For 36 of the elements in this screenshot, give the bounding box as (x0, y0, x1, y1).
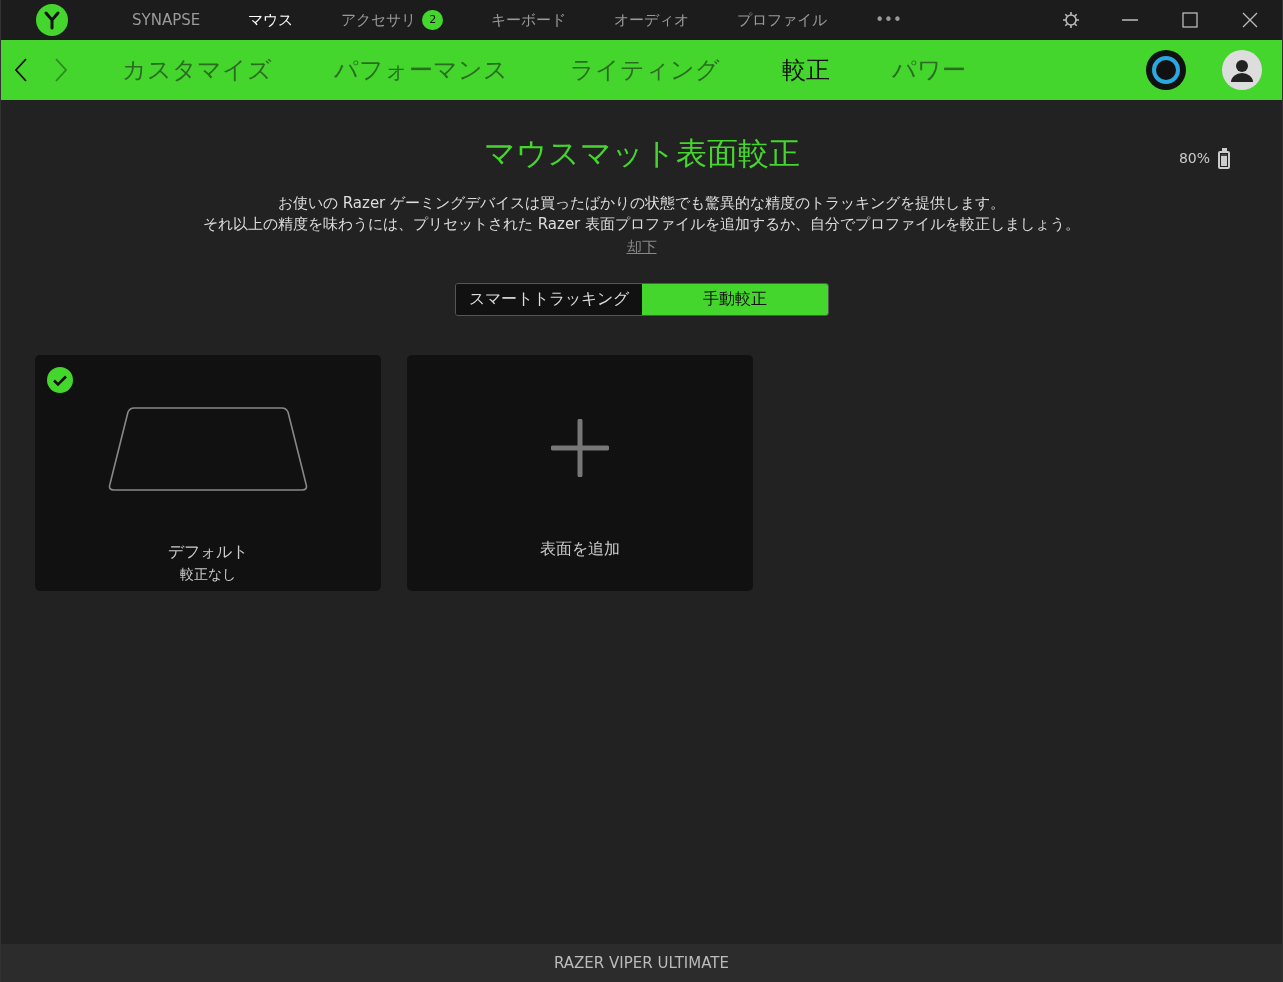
surface-subtitle: 較正なし (180, 564, 236, 584)
section-tab[interactable]: パワー (861, 52, 997, 88)
page-title: マウスマット表面較正 (483, 134, 800, 173)
mode-tab[interactable]: 手動較正 (641, 283, 828, 315)
count-badge: 2 (422, 9, 444, 31)
forward-icon (55, 58, 67, 83)
battery-reading: 80% (1178, 149, 1210, 168)
maximize-icon[interactable] (1182, 12, 1198, 28)
dismiss-link[interactable]: 却下 (626, 237, 657, 256)
settings-icon[interactable] (1062, 11, 1080, 29)
nav-tab[interactable]: SYNAPSE (108, 8, 225, 32)
surface-name: デフォルト (168, 540, 248, 563)
mode-tab[interactable]: スマートトラッキング (455, 283, 642, 315)
nav-tab[interactable]: オーディオ (590, 8, 714, 32)
add-surface-label: 表面を追加 (540, 537, 620, 560)
nav-tab[interactable]: アクセサリ 2 (317, 8, 468, 32)
plus-icon (551, 418, 609, 477)
nav-tab[interactable]: キーボード (467, 8, 591, 32)
section-tab[interactable]: 較正 (751, 52, 861, 88)
nav-tab[interactable]: マウス (224, 8, 318, 32)
logo-icon[interactable] (36, 4, 68, 36)
user-avatar-icon[interactable] (1222, 50, 1262, 90)
back-icon (15, 58, 27, 83)
section-tab[interactable]: パフォーマンス (303, 52, 539, 88)
description-text: お使いの Razer ゲーミングデバイスは買ったばかりの状態でも驚異的な精度のトラッキングを提供します。 (276, 192, 1007, 214)
battery-icon (1218, 148, 1230, 169)
surface-card[interactable]: 表面を追加 (407, 354, 753, 591)
section-tab[interactable]: カスタマイズ (91, 52, 303, 88)
device-name: RAZER VIPER ULTIMATE (1, 944, 1282, 982)
nav-tab[interactable]: ••• (851, 8, 926, 32)
assistant-ring-icon[interactable] (1146, 50, 1186, 90)
description-text: それ以上の精度を味わうには、プリセットされた Razer 表面プロファイルを追加するか、自分でプロファイルを較正しましょう。 (201, 213, 1082, 235)
close-icon[interactable] (1242, 12, 1258, 28)
nav-tab[interactable]: プロファイル (713, 8, 852, 32)
section-tab[interactable]: ライティング (539, 52, 751, 88)
surface-card[interactable]: デフォルト 較正なし (35, 354, 381, 591)
